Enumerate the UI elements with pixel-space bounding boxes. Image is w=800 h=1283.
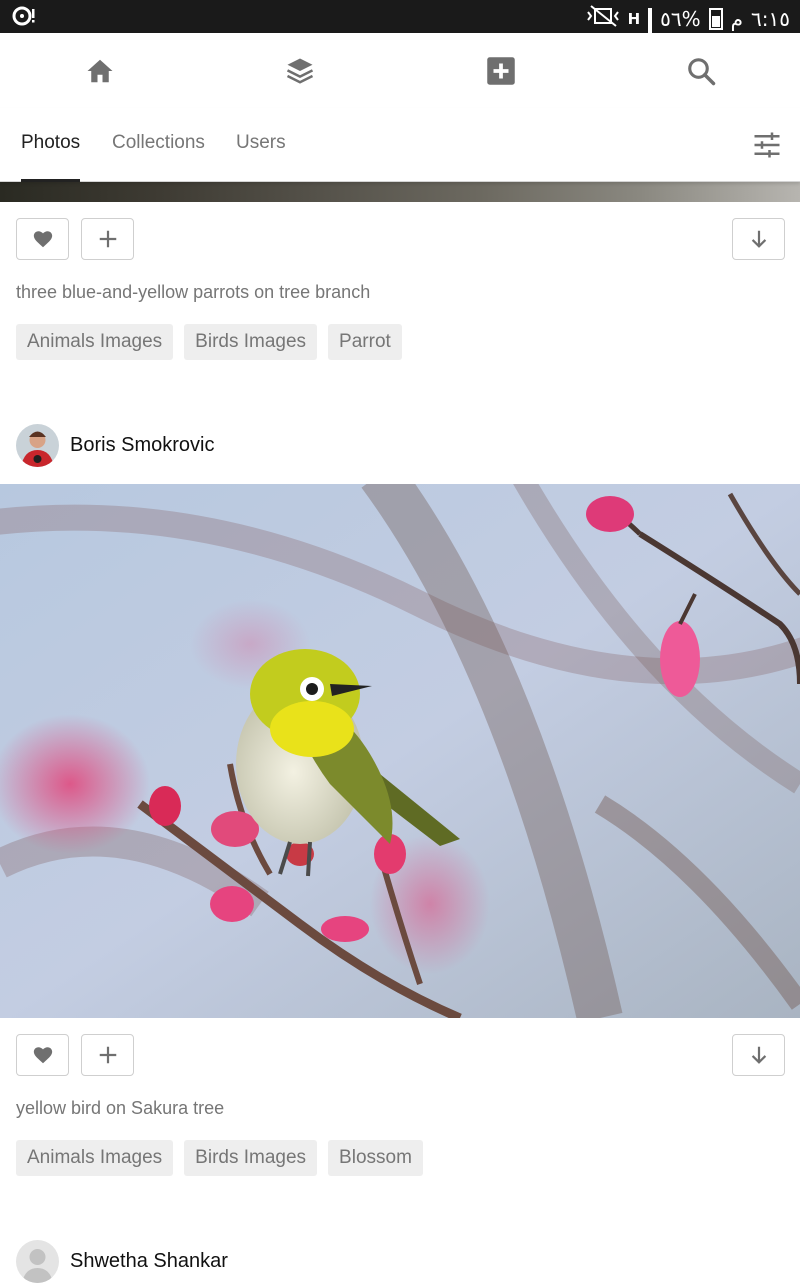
previous-photo[interactable] [0,182,800,202]
tab-users[interactable]: Users [236,132,286,154]
photo-caption: yellow bird on Sakura tree [16,1098,225,1118]
tab-collections[interactable]: Collections [112,132,205,154]
download-button[interactable] [732,1034,785,1076]
home-button[interactable] [80,51,120,91]
tag-chip[interactable]: Parrot [328,324,402,360]
signal-icon [648,7,653,78]
tag-chip[interactable]: Animals Images [16,324,174,360]
photo-caption: three blue-and-yellow parrots on tree br… [16,282,371,302]
add-to-collection-button[interactable] [81,218,134,260]
status-bar: H ٥٦% م ٦:١٥ [0,0,800,78]
author-name[interactable]: Boris Smokrovic [70,434,214,457]
post-actions [0,218,800,262]
active-tab-indicator [21,179,80,182]
search-icon [688,58,716,86]
collections-icon [286,58,314,84]
tab-photos[interactable]: Photos [21,132,80,154]
tag-chip[interactable]: Birds Images [184,1140,318,1176]
tag-chip[interactable]: Birds Images [184,324,318,360]
author-row[interactable]: Boris Smokrovic [16,424,214,467]
home-icon [87,59,113,83]
heart-icon [33,1047,52,1064]
search-button[interactable] [681,51,721,91]
add-to-collection-button[interactable] [81,1034,134,1076]
network-type: H [627,9,641,28]
author-row[interactable]: Shwetha Shankar [16,1240,228,1283]
download-arrow-icon [751,1046,766,1064]
avatar[interactable] [16,1240,59,1283]
battery-percent: ٥٦% [660,6,701,31]
add-photo-icon [487,57,515,85]
tag-list: Animals Images Birds Images Parrot [16,324,402,360]
filter-sliders-icon [754,132,780,158]
tag-chip[interactable]: Animals Images [16,1140,174,1176]
collections-button[interactable] [280,51,320,91]
plus-icon [99,230,116,248]
vibrate-mute-icon [586,4,620,33]
plus-icon [99,1046,116,1064]
add-photo-button[interactable] [481,51,521,91]
notification-icon [12,4,36,33]
tag-list: Animals Images Birds Images Blossom [16,1140,423,1176]
filter-button[interactable] [752,130,782,160]
post-actions [0,1034,800,1078]
download-arrow-icon [751,230,766,248]
clock: ٦:١٥ [751,6,790,31]
author-name[interactable]: Shwetha Shankar [70,1250,228,1273]
like-button[interactable] [16,1034,69,1076]
photo[interactable] [0,484,800,1018]
download-button[interactable] [732,218,785,260]
am-pm: م [730,6,744,31]
heart-icon [33,231,52,248]
tab-bar: Photos Collections Users [0,108,800,182]
like-button[interactable] [16,218,69,260]
top-nav [0,33,800,108]
avatar[interactable] [16,424,59,467]
tag-chip[interactable]: Blossom [328,1140,423,1176]
battery-icon [708,7,723,30]
